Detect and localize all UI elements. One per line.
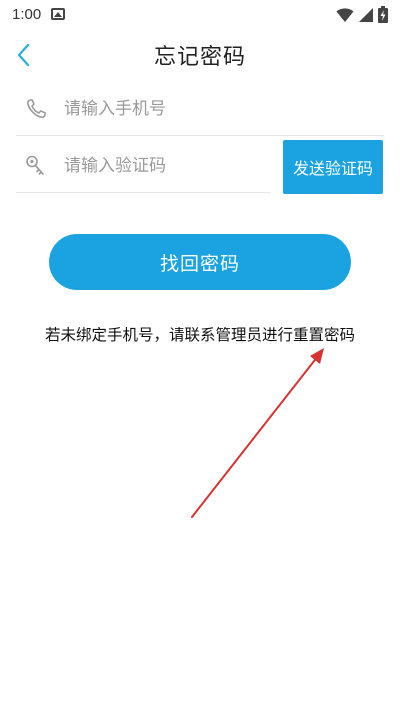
signal-icon	[359, 7, 373, 22]
code-input[interactable]	[64, 155, 244, 176]
hint-text: 若未绑定手机号，请联系管理员进行重置密码	[44, 326, 355, 344]
chevron-left-icon	[17, 43, 30, 67]
page-title: 忘记密码	[153, 45, 246, 70]
phone-field-row	[16, 82, 384, 136]
status-time: 1:00	[12, 5, 42, 23]
recover-password-button[interactable]: 找回密码	[49, 234, 351, 290]
nav-bar: 忘记密码	[0, 28, 400, 82]
back-button[interactable]	[12, 40, 38, 70]
phone-input[interactable]	[64, 98, 304, 119]
phone-icon	[26, 98, 46, 118]
status-icons	[336, 6, 388, 23]
status-bar: 1:00	[0, 0, 400, 28]
battery-charging-icon	[378, 6, 388, 23]
photo-icon	[51, 8, 66, 20]
code-field-row	[16, 139, 271, 193]
key-icon	[26, 155, 44, 175]
wifi-icon	[336, 7, 354, 22]
send-code-button[interactable]: 发送验证码	[283, 140, 383, 194]
